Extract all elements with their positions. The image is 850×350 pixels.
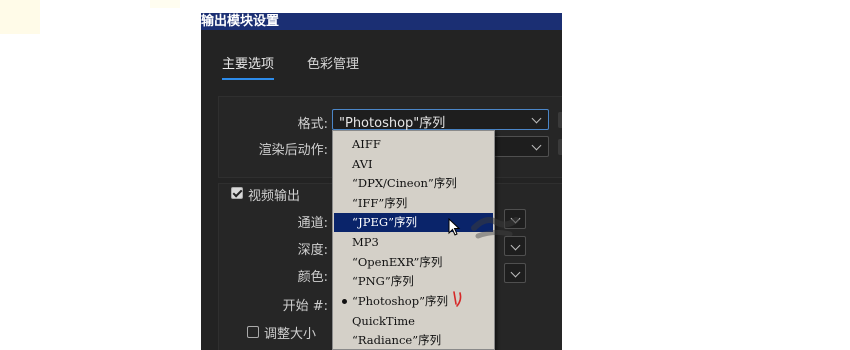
format-select[interactable]: "Photoshop"序列 [332,109,549,131]
format-label: 格式: [297,117,328,132]
scribble-mark [471,217,519,239]
format-option[interactable]: “Radiance”序列 [334,331,493,349]
start-number-label: 开始 #: [282,299,328,314]
format-option[interactable]: “DPX/Cineon”序列 [334,174,493,193]
resize-label: 调整大小 [264,327,317,342]
format-options-button[interactable] [558,112,562,128]
background-artifact [150,0,180,8]
chevron-down-icon [510,267,521,278]
format-select-value: "Photoshop"序列 [339,116,446,131]
tab-color-management[interactable]: 色彩管理 [307,53,359,72]
format-option[interactable]: “PNG”序列 [334,272,493,291]
color-select[interactable] [504,263,526,283]
background-artifact [0,0,40,34]
channels-label: 通道: [297,216,328,231]
video-output-label: 视频输出 [248,189,301,204]
chevron-down-icon [531,113,542,124]
format-option[interactable]: AVI [334,155,493,174]
red-annotation-mark [453,291,462,307]
chevron-down-icon [531,140,542,151]
format-option-current[interactable]: “Photoshop”序列 [334,292,493,311]
cursor-arrow-icon [448,218,461,236]
color-label: 颜色: [297,270,328,285]
tab-main-options[interactable]: 主要选项 [222,53,275,80]
dialog-title: 输出模块设置 [201,13,562,30]
format-option[interactable]: AIFF [334,135,493,154]
format-option[interactable]: QuickTime [334,312,493,331]
video-output-checkbox[interactable] [231,187,243,199]
resize-checkbox[interactable] [247,326,259,338]
format-option-label: “Photoshop”序列 [352,294,448,308]
current-bullet-icon [342,299,347,304]
format-option[interactable]: “OpenEXR”序列 [334,253,493,272]
post-render-side-button[interactable] [558,139,562,155]
post-render-label: 渲染后动作: [258,143,328,158]
depth-label: 深度: [297,243,328,258]
